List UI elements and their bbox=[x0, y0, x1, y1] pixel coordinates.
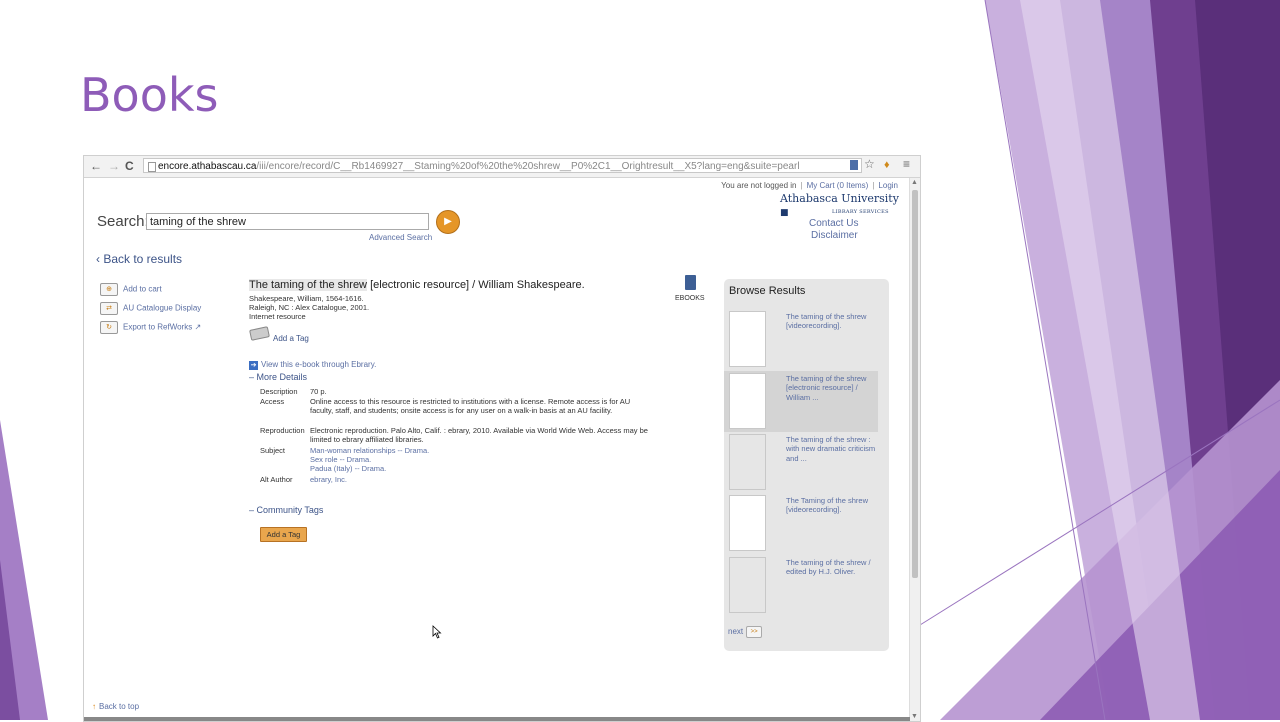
export-icon: ↻ bbox=[100, 321, 118, 334]
back-to-results-link[interactable]: ‹ Back to results bbox=[96, 252, 182, 266]
external-link-icon: ↗ bbox=[194, 322, 202, 332]
reload-icon[interactable]: C bbox=[125, 159, 134, 173]
page-icon bbox=[148, 162, 156, 172]
book-cover-thumbnail bbox=[729, 557, 766, 613]
star-icon[interactable]: ☆ bbox=[864, 157, 875, 171]
search-go-button[interactable]: ▶ bbox=[436, 210, 460, 234]
library-services-label: LIBRARY SERVICES bbox=[832, 209, 889, 215]
mouse-cursor-icon bbox=[432, 625, 442, 639]
record-author[interactable]: Shakespeare, William, 1564-1616. bbox=[249, 294, 364, 303]
tag-icon bbox=[249, 326, 270, 341]
back-to-top-link[interactable]: ↑ Back to top bbox=[92, 702, 139, 711]
vertical-scrollbar[interactable]: ▲ ▼ bbox=[909, 178, 920, 721]
browse-result-item[interactable]: The Taming of the shrew [videorecording]… bbox=[724, 493, 878, 554]
access-value: Online access to this resource is restri… bbox=[310, 397, 631, 416]
slide-title: Books bbox=[80, 68, 219, 122]
add-tag-button[interactable]: Add a Tag bbox=[260, 527, 307, 542]
alt-author-link[interactable]: ebrary, Inc. bbox=[310, 475, 347, 484]
add-tag-link[interactable]: Add a Tag bbox=[273, 334, 309, 343]
access-label: Access bbox=[260, 397, 285, 406]
scrollbar-thumb[interactable] bbox=[912, 190, 918, 578]
login-status: You are not logged in bbox=[721, 181, 797, 190]
browse-result-item-selected[interactable]: The taming of the shrew [electronic reso… bbox=[724, 371, 878, 432]
browse-result-title: The taming of the shrew [videorecording]… bbox=[786, 312, 867, 331]
record-format: Internet resource bbox=[249, 312, 306, 321]
subject-link[interactable]: Man-woman relationships -- Drama. bbox=[310, 446, 429, 455]
subject-link[interactable]: Padua (Italy) -- Drama. bbox=[310, 464, 386, 473]
browse-result-item[interactable]: The taming of the shrew [videorecording]… bbox=[724, 309, 878, 370]
contact-us-link[interactable]: Contact Us bbox=[809, 218, 858, 229]
book-cover-thumbnail bbox=[729, 434, 766, 490]
extension-icon[interactable]: ♦ bbox=[884, 159, 890, 171]
arrow-right-icon: ➔ bbox=[249, 361, 258, 370]
book-cover-thumbnail bbox=[729, 495, 766, 551]
back-arrow-icon[interactable]: ← bbox=[90, 159, 102, 173]
catalogue-icon: ⇄ bbox=[100, 302, 118, 315]
format-badge: EBOOKS bbox=[675, 295, 705, 302]
url-domain: encore.athabascau.ca bbox=[158, 161, 257, 172]
menu-icon[interactable]: ≡ bbox=[903, 157, 910, 171]
book-cover-thumbnail bbox=[729, 311, 766, 367]
browse-result-item[interactable]: The taming of the shrew / edited by H.J.… bbox=[724, 555, 878, 616]
url-path: /iii/encore/record/C__Rb1469927__Staming… bbox=[256, 161, 800, 172]
book-cover-thumbnail bbox=[729, 373, 766, 429]
browse-result-title: The taming of the shrew [electronic reso… bbox=[786, 374, 867, 402]
browse-results-title: Browse Results bbox=[729, 285, 806, 297]
add-to-cart-action[interactable]: ⊕ Add to cart bbox=[100, 283, 162, 296]
subject-label: Subject bbox=[260, 446, 286, 455]
browse-result-title: The taming of the shrew / edited by H.J.… bbox=[786, 558, 871, 577]
up-arrow-icon: ↑ bbox=[92, 702, 96, 711]
scroll-down-icon[interactable]: ▼ bbox=[911, 713, 918, 720]
next-arrow-icon[interactable]: >> bbox=[746, 626, 763, 638]
page-content: You are not logged in | My Cart (0 Items) |… bbox=[84, 178, 910, 721]
browse-results-panel: Browse Results The taming of the shrew [… bbox=[724, 279, 889, 651]
scroll-up-icon[interactable]: ▲ bbox=[911, 179, 918, 186]
ebook-icon bbox=[685, 275, 696, 290]
cart-link[interactable]: My Cart (0 Items) bbox=[807, 181, 869, 190]
community-tags-toggle[interactable]: – Community Tags bbox=[249, 505, 323, 515]
window-bottom-edge bbox=[84, 717, 910, 721]
search-input[interactable] bbox=[146, 213, 429, 230]
advanced-search-link[interactable]: Advanced Search bbox=[369, 233, 432, 242]
search-label: Search: bbox=[97, 213, 149, 230]
description-value: 70 p. bbox=[310, 387, 327, 396]
login-link[interactable]: Login bbox=[878, 181, 898, 190]
record-title: The taming of the shrew [electronic reso… bbox=[249, 279, 585, 291]
reproduction-label: Reproduction bbox=[260, 426, 305, 435]
disclaimer-link[interactable]: Disclaimer bbox=[811, 230, 858, 241]
browser-window: ← → C encore.athabascau.ca/iii/encore/re… bbox=[83, 155, 921, 722]
more-details-toggle[interactable]: – More Details bbox=[249, 372, 307, 382]
au-catalogue-action[interactable]: ⇄ AU Catalogue Display bbox=[100, 302, 201, 315]
reproduction-value: Electronic reproduction. Palo Alto, Cali… bbox=[310, 426, 648, 445]
top-links: You are not logged in | My Cart (0 Items) |… bbox=[721, 181, 898, 190]
export-refworks-action[interactable]: ↻ Export to RefWorks ↗ bbox=[100, 321, 201, 334]
browse-result-title: The Taming of the shrew [videorecording]… bbox=[786, 496, 868, 515]
alt-author-label: Alt Author bbox=[260, 475, 293, 484]
browser-toolbar: ← → C encore.athabascau.ca/iii/encore/re… bbox=[84, 156, 920, 178]
address-bar[interactable]: encore.athabascau.ca/iii/encore/record/C… bbox=[143, 158, 862, 173]
cart-icon: ⊕ bbox=[100, 283, 118, 296]
forward-arrow-icon[interactable]: → bbox=[108, 159, 120, 173]
bookmark-page-icon[interactable] bbox=[850, 160, 858, 170]
view-ebook-link[interactable]: ➔ View this e-book through Ebrary. bbox=[249, 360, 376, 370]
description-label: Description bbox=[260, 387, 298, 396]
browse-result-item[interactable]: The taming of the shrew : with new drama… bbox=[724, 432, 878, 493]
subject-link[interactable]: Sex role -- Drama. bbox=[310, 455, 371, 464]
browse-result-title: The taming of the shrew : with new drama… bbox=[786, 435, 876, 463]
browse-next[interactable]: next >> bbox=[728, 626, 763, 638]
record-publisher: Raleigh, NC : Alex Catalogue, 2001. bbox=[249, 303, 370, 312]
